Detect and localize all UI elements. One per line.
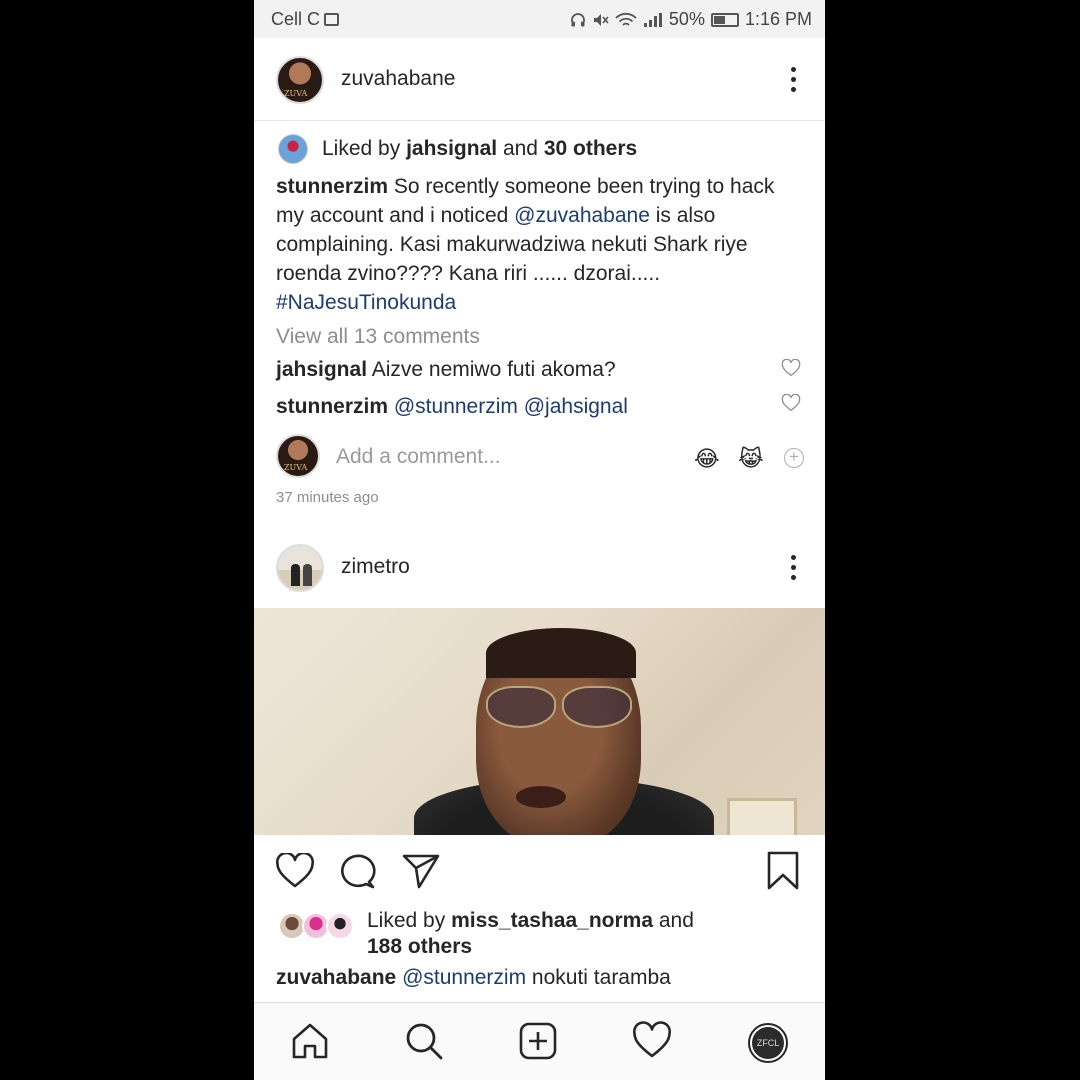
emoji-cat-joy-button[interactable]: 😹 (738, 446, 764, 472)
current-user-avatar: ZUVA (276, 434, 320, 478)
comment-like-heart-icon[interactable] (781, 359, 801, 377)
post1-likes-row[interactable]: Liked by jahsignal and 30 others (278, 134, 637, 164)
post2-caption: zuvahabane @stunnerzim nokuti taramba (276, 966, 671, 989)
muted-speaker-icon (593, 13, 609, 26)
profile-logo: ZFCL (752, 1027, 784, 1059)
caption-mention[interactable]: @stunnerzim (402, 966, 526, 989)
headphones-icon (571, 12, 585, 26)
caption-mention[interactable]: @zuvahabane (514, 204, 650, 227)
comment-mention[interactable]: @jahsignal (524, 395, 628, 418)
caption-author[interactable]: zuvahabane (276, 966, 396, 989)
phone-screen: Cell C 50% 1:16 PM ZUVA zuvahabane Liked… (254, 0, 825, 1080)
post2-header: zimetro (254, 532, 825, 604)
sunglasses-left-lens (486, 686, 556, 728)
like-heart-icon[interactable] (275, 853, 315, 889)
liked-by-others[interactable]: 30 others (544, 137, 637, 161)
person-hair (486, 628, 636, 678)
signal-icon (643, 12, 662, 27)
comment-mention[interactable]: @stunnerzim (394, 395, 518, 418)
post2-media-image[interactable] (254, 608, 825, 835)
liker-avatar (278, 134, 308, 164)
post2-more-options-button[interactable] (789, 555, 797, 583)
view-all-comments-link[interactable]: View all 13 comments (276, 325, 480, 349)
caption-hashtag[interactable]: #NaJesuTinokunda (276, 291, 456, 314)
post1-caption: stunnerzim So recently someone been tryi… (276, 175, 775, 314)
liked-by-user[interactable]: jahsignal (406, 137, 497, 161)
bottom-navigation-bar: ZFCL (254, 1002, 825, 1080)
clock: 1:16 PM (744, 9, 812, 29)
comment-like-heart-icon[interactable] (781, 394, 801, 412)
share-send-icon[interactable] (401, 853, 441, 889)
comment-author[interactable]: jahsignal (276, 358, 367, 381)
liked-by-others[interactable]: 188 others (367, 935, 472, 958)
status-icons: 50% 1:16 PM (570, 9, 812, 30)
post2-author-username[interactable]: zimetro (341, 555, 410, 579)
comment-text: Aizve nemiwo futi akoma? (371, 358, 616, 381)
add-post-icon[interactable] (518, 1021, 558, 1061)
post2-action-bar (254, 835, 825, 907)
post1-header: ZUVA zuvahabane (254, 44, 825, 116)
post1-divider (254, 120, 825, 121)
search-icon[interactable] (404, 1021, 444, 1061)
sunglasses-right-lens (562, 686, 632, 728)
post1-author-avatar[interactable]: ZUVA (276, 56, 324, 104)
activity-heart-icon[interactable] (632, 1021, 672, 1061)
bookmark-save-icon[interactable] (766, 851, 800, 891)
post2-author-avatar[interactable] (276, 544, 324, 592)
person-mouth (516, 786, 566, 808)
more-emoji-plus-icon[interactable]: + (784, 448, 804, 468)
battery-icon (710, 12, 739, 27)
battery-percent: 50% (668, 9, 705, 29)
home-icon[interactable] (290, 1021, 330, 1061)
post1-timestamp: 37 minutes ago (276, 489, 379, 506)
post1-author-username[interactable]: zuvahabane (341, 67, 455, 91)
comment-bubble-icon[interactable] (339, 853, 377, 889)
post1-more-options-button[interactable] (789, 67, 797, 95)
liked-by-user[interactable]: miss_tashaa_norma (451, 909, 653, 932)
status-bar: Cell C 50% 1:16 PM (254, 0, 825, 38)
carrier-label: Cell C (271, 9, 340, 30)
background-frame (727, 798, 797, 835)
post2-likes-text: Liked by miss_tashaa_norma and 188 other… (367, 909, 694, 958)
add-comment-row: ZUVA 😂 😹 + (276, 434, 804, 482)
add-comment-input[interactable] (336, 445, 636, 469)
data-activity-icon (324, 13, 340, 26)
comment-row: stunnerzim @stunnerzim @jahsignal (276, 395, 628, 419)
profile-avatar[interactable]: ZFCL (748, 1023, 788, 1063)
comment-row: jahsignal Aizve nemiwo futi akoma? (276, 358, 616, 382)
comment-author[interactable]: stunnerzim (276, 395, 388, 418)
wifi-icon (615, 12, 637, 26)
liked-by-prefix: Liked by (322, 137, 401, 160)
caption-author[interactable]: stunnerzim (276, 175, 388, 198)
emoji-tears-of-joy-button[interactable]: 😂 (694, 446, 720, 472)
liker-avatars-stack (278, 912, 358, 942)
